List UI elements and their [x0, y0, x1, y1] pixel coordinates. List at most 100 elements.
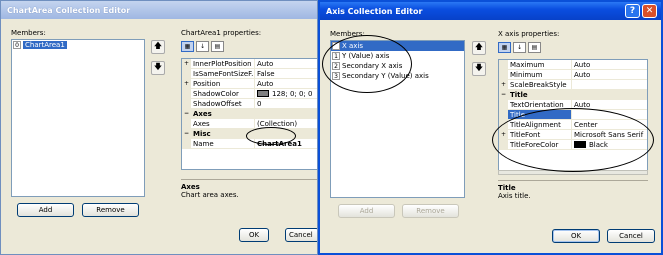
property-value[interactable]: Auto: [572, 70, 647, 79]
property-category[interactable]: − Axes: [182, 109, 317, 119]
property-pages-icon[interactable]: ▤: [211, 41, 224, 52]
title-bar[interactable]: Axis Collection Editor ? ✕: [320, 2, 661, 20]
window-title: Axis Collection Editor: [326, 6, 423, 16]
axis-collection-editor-window: Axis Collection Editor ? ✕ Members: 0X a…: [318, 0, 663, 255]
property-name: Minimum: [508, 70, 572, 79]
cancel-button[interactable]: Cancel: [285, 228, 317, 242]
expand-toggle-icon[interactable]: +: [182, 79, 191, 88]
expand-toggle-icon[interactable]: −: [499, 90, 508, 99]
property-row[interactable]: Minimum Auto: [499, 70, 647, 80]
window-title: ChartArea Collection Editor: [7, 5, 131, 15]
property-row[interactable]: IsSameFontSizeF... False: [182, 69, 317, 79]
property-category[interactable]: − Title: [499, 90, 647, 100]
property-name: ScaleBreakStyle: [508, 80, 572, 89]
highlight-ellipse: [246, 127, 296, 145]
categorized-icon[interactable]: ▦: [498, 42, 511, 53]
ok-button[interactable]: OK: [552, 229, 600, 243]
title-bar[interactable]: ChartArea Collection Editor: [1, 1, 317, 19]
property-toolbar: ▦ ↓ ▤: [181, 41, 224, 53]
property-name: IsSameFontSizeF...: [193, 69, 255, 78]
properties-label: ChartArea1 properties:: [181, 29, 262, 37]
property-name: Maximum: [508, 60, 572, 69]
add-button[interactable]: Add: [17, 203, 74, 217]
property-value[interactable]: Auto: [255, 59, 317, 68]
property-toolbar: ▦ ↓ ▤: [498, 42, 541, 54]
expand-toggle-icon[interactable]: −: [182, 129, 191, 138]
close-icon: ✕: [645, 6, 654, 16]
property-value[interactable]: 0: [255, 99, 317, 108]
property-value[interactable]: [572, 80, 647, 89]
members-list[interactable]: 0 ChartArea1: [11, 39, 145, 197]
help-title: Title: [498, 184, 516, 192]
help-description: Axis title.: [498, 192, 531, 200]
property-row[interactable]: + ScaleBreakStyle: [499, 80, 647, 90]
move-up-button[interactable]: 🡅: [472, 41, 486, 55]
member-item[interactable]: 0 ChartArea1: [12, 40, 144, 50]
add-button[interactable]: Add: [338, 204, 395, 218]
property-row[interactable]: ShadowColor 128; 0; 0; 0: [182, 89, 317, 99]
alphabetical-icon[interactable]: ↓: [196, 41, 209, 52]
property-value-text: Auto: [257, 59, 274, 68]
cancel-button[interactable]: Cancel: [607, 229, 655, 243]
remove-button[interactable]: Remove: [402, 204, 459, 218]
property-name: ShadowColor: [191, 89, 255, 98]
alphabetical-icon[interactable]: ↓: [513, 42, 526, 53]
property-value-text: False: [257, 69, 275, 78]
property-row[interactable]: Axes (Collection): [182, 119, 317, 129]
move-down-button[interactable]: 🡇: [472, 62, 486, 76]
row-margin: [182, 69, 191, 78]
property-value[interactable]: 128; 0; 0; 0: [255, 89, 317, 98]
expand-toggle-icon[interactable]: −: [182, 109, 191, 118]
row-margin: [182, 99, 191, 108]
up-arrow-icon: 🡅: [474, 42, 484, 51]
help-title: Axes: [181, 183, 200, 191]
row-margin: [499, 100, 508, 109]
property-value-text: 0: [257, 99, 262, 108]
ok-button[interactable]: OK: [239, 228, 269, 242]
property-name: Misc: [193, 129, 211, 138]
property-row[interactable]: + InnerPlotPosition Auto: [182, 59, 317, 69]
property-value-text: Auto: [574, 70, 591, 79]
property-value[interactable]: Auto: [255, 79, 317, 88]
property-row[interactable]: ShadowOffset 0: [182, 99, 317, 109]
members-label: Members:: [11, 29, 46, 37]
properties-label: X axis properties:: [498, 30, 560, 38]
move-up-button[interactable]: 🡅: [151, 40, 165, 54]
property-pages-icon[interactable]: ▤: [528, 42, 541, 53]
help-button[interactable]: ?: [625, 4, 640, 18]
move-down-button[interactable]: 🡇: [151, 61, 165, 75]
row-margin: [182, 89, 191, 98]
close-button[interactable]: ✕: [642, 4, 657, 18]
down-arrow-icon: 🡇: [153, 62, 163, 71]
property-value-text: Auto: [257, 79, 274, 88]
property-name: Name: [191, 139, 255, 148]
remove-button[interactable]: Remove: [82, 203, 139, 217]
row-margin: [499, 110, 508, 119]
row-margin: [499, 60, 508, 69]
chartarea-collection-editor-window: ChartArea Collection Editor Members: 0 Ch…: [0, 0, 318, 255]
property-value[interactable]: Auto: [572, 60, 647, 69]
property-name: InnerPlotPosition: [191, 59, 255, 68]
row-margin: [182, 119, 191, 128]
highlight-ellipse-title-props: [492, 108, 654, 172]
property-name: ShadowOffset: [191, 99, 255, 108]
help-panel: Title Axis title.: [498, 180, 648, 221]
highlight-ellipse-members: [322, 35, 412, 93]
property-row[interactable]: Maximum Auto: [499, 60, 647, 70]
property-value-text: 128; 0; 0; 0: [272, 89, 313, 98]
property-value-text: Auto: [574, 60, 591, 69]
help-description: Chart area axes.: [181, 191, 239, 199]
property-grid[interactable]: + InnerPlotPosition Auto IsSameFontSizeF...…: [181, 58, 317, 170]
categorized-icon[interactable]: ▦: [181, 41, 194, 52]
down-arrow-icon: 🡇: [474, 63, 484, 72]
property-row[interactable]: + Position Auto: [182, 79, 317, 89]
property-name: Title: [510, 90, 528, 99]
expand-toggle-icon[interactable]: +: [182, 59, 191, 68]
row-margin: [499, 70, 508, 79]
expand-toggle-icon[interactable]: +: [499, 80, 508, 89]
member-label: ChartArea1: [23, 41, 67, 49]
up-arrow-icon: 🡅: [153, 41, 163, 50]
member-index: 0: [13, 41, 21, 49]
property-value[interactable]: False: [255, 69, 317, 78]
help-icon: ?: [629, 6, 636, 16]
